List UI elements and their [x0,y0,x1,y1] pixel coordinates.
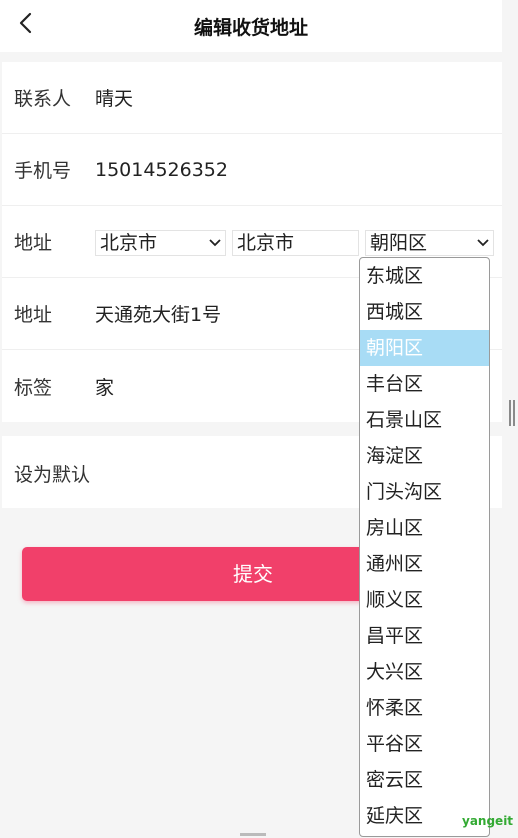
district-dropdown: 东城区 西城区 朝阳区 丰台区 石景山区 海淀区 门头沟区 房山区 通州区 顺义区 昌平区 大兴区 怀柔… [359,257,490,837]
dropdown-option[interactable]: 密云区 [360,762,489,798]
dropdown-option[interactable]: 顺义区 [360,582,489,618]
dropdown-option[interactable]: 东城区 [360,258,489,294]
chevron-down-icon [209,239,221,247]
home-indicator [240,833,266,836]
city-value: 北京市 [237,232,295,254]
address-label: 地址 [14,304,53,326]
scroll-handle[interactable] [509,400,515,426]
page-title: 编辑收货地址 [193,17,308,39]
province-select[interactable]: 北京市 [95,230,226,256]
dropdown-option[interactable]: 海淀区 [360,438,489,474]
province-value: 北京市 [100,232,158,254]
dropdown-option[interactable]: 西城区 [360,294,489,330]
dropdown-option[interactable]: 平谷区 [360,726,489,762]
address-input[interactable]: 天通苑大街1号 [95,300,221,327]
dropdown-option[interactable]: 大兴区 [360,654,489,690]
dropdown-option[interactable]: 石景山区 [360,402,489,438]
phone-input[interactable]: 15014526352 [95,159,228,181]
district-select[interactable]: 朝阳区 [365,230,494,256]
phone-row: 手机号 15014526352 [2,134,502,206]
city-select[interactable]: 北京市 [232,230,359,256]
region-selects: 北京市 北京市 朝阳区 [95,230,500,256]
watermark: yangeit [462,814,514,828]
district-value: 朝阳区 [370,232,428,254]
header: 编辑收货地址 [0,0,502,52]
dropdown-option[interactable]: 朝阳区 [360,330,489,366]
contact-input[interactable]: 晴天 [95,84,133,111]
dropdown-option[interactable]: 怀柔区 [360,690,489,726]
dropdown-option[interactable]: 门头沟区 [360,474,489,510]
dropdown-option[interactable]: 通州区 [360,546,489,582]
phone-label: 手机号 [14,160,72,182]
tag-label: 标签 [14,376,53,399]
region-label: 地址 [14,232,53,254]
contact-row: 联系人 晴天 [2,62,502,134]
page: 编辑收货地址 联系人 晴天 手机号 15014526352 地址 北京市 北京市… [0,0,518,838]
default-label: 设为默认 [14,464,91,486]
dropdown-option[interactable]: 丰台区 [360,366,489,402]
dropdown-option[interactable]: 昌平区 [360,618,489,654]
dropdown-option[interactable]: 房山区 [360,510,489,546]
tag-input[interactable]: 家 [95,373,114,400]
chevron-down-icon [477,239,489,247]
contact-label: 联系人 [14,88,72,110]
